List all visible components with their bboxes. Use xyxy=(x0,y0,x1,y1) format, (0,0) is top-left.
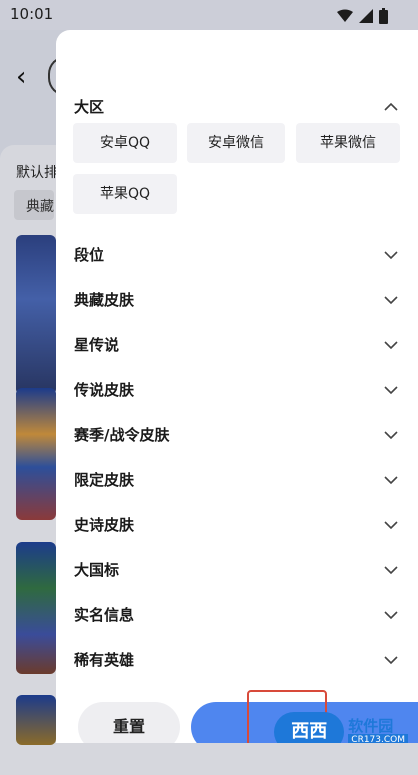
signal-icon xyxy=(359,9,373,23)
status-icons xyxy=(337,8,388,24)
section-title: 段位 xyxy=(74,246,105,264)
account-thumbnail[interactable] xyxy=(16,388,56,520)
default-sort-label: 默认排 xyxy=(16,165,58,181)
section-season-skin[interactable]: 赛季/战令皮肤 xyxy=(74,420,404,450)
section-limited-skin[interactable]: 限定皮肤 xyxy=(74,465,404,495)
filter-drawer: 大区 安卓QQ 安卓微信 苹果微信 苹果QQ 段位 典藏皮肤 星传说 传说皮肤 … xyxy=(56,30,418,743)
chevron-down-icon[interactable] xyxy=(384,653,398,667)
section-rank[interactable]: 段位 xyxy=(74,240,404,270)
section-region[interactable]: 大区 xyxy=(74,92,404,122)
chevron-down-icon[interactable] xyxy=(384,338,398,352)
chevron-down-icon[interactable] xyxy=(384,563,398,577)
region-option[interactable]: 安卓QQ xyxy=(73,123,177,163)
section-title: 星传说 xyxy=(74,336,120,354)
section-title: 大区 xyxy=(74,98,105,116)
account-thumbnail[interactable] xyxy=(16,235,56,395)
section-national-badge[interactable]: 大国标 xyxy=(74,555,404,585)
section-collection-skin[interactable]: 典藏皮肤 xyxy=(74,285,404,315)
section-star-legend[interactable]: 星传说 xyxy=(74,330,404,360)
category-chip[interactable]: 典藏 xyxy=(14,190,54,220)
status-time: 10:01 xyxy=(10,5,54,23)
account-thumbnail[interactable] xyxy=(16,695,56,745)
back-arrow-icon[interactable]: ‹ xyxy=(16,62,26,92)
section-title: 实名信息 xyxy=(74,606,135,624)
wifi-icon xyxy=(337,9,353,22)
section-title: 传说皮肤 xyxy=(74,381,135,399)
chevron-down-icon[interactable] xyxy=(384,248,398,262)
section-title: 限定皮肤 xyxy=(74,471,135,489)
section-real-name[interactable]: 实名信息 xyxy=(74,600,404,630)
section-title: 典藏皮肤 xyxy=(74,291,135,309)
section-epic-skin[interactable]: 史诗皮肤 xyxy=(74,510,404,540)
section-title: 稀有英雄 xyxy=(74,651,135,669)
watermark-text-block: 软件园 CR173.COM xyxy=(348,718,408,743)
chevron-down-icon[interactable] xyxy=(384,608,398,622)
section-legend-skin[interactable]: 传说皮肤 xyxy=(74,375,404,405)
status-bar: 10:01 xyxy=(0,0,418,30)
chevron-down-icon[interactable] xyxy=(384,428,398,442)
region-option[interactable]: 苹果微信 xyxy=(296,123,400,163)
battery-icon xyxy=(379,8,388,24)
section-title: 赛季/战令皮肤 xyxy=(74,426,170,444)
section-rare-hero[interactable]: 稀有英雄 xyxy=(74,645,404,675)
watermark-logo: 西西 xyxy=(274,712,345,743)
section-title: 大国标 xyxy=(74,561,120,579)
account-thumbnail[interactable] xyxy=(16,542,56,674)
section-title: 史诗皮肤 xyxy=(74,516,135,534)
watermark-domain: CR173.COM xyxy=(348,734,408,743)
chevron-down-icon[interactable] xyxy=(384,518,398,532)
watermark-name: 软件园 xyxy=(348,717,394,735)
region-option[interactable]: 安卓微信 xyxy=(187,123,285,163)
chevron-down-icon[interactable] xyxy=(384,293,398,307)
reset-button[interactable]: 重置 xyxy=(78,702,180,743)
chevron-down-icon[interactable] xyxy=(384,383,398,397)
region-option[interactable]: 苹果QQ xyxy=(73,174,177,214)
chevron-up-icon[interactable] xyxy=(384,100,398,114)
chevron-down-icon[interactable] xyxy=(384,473,398,487)
watermark: 西西 软件园 CR173.COM xyxy=(274,712,408,743)
